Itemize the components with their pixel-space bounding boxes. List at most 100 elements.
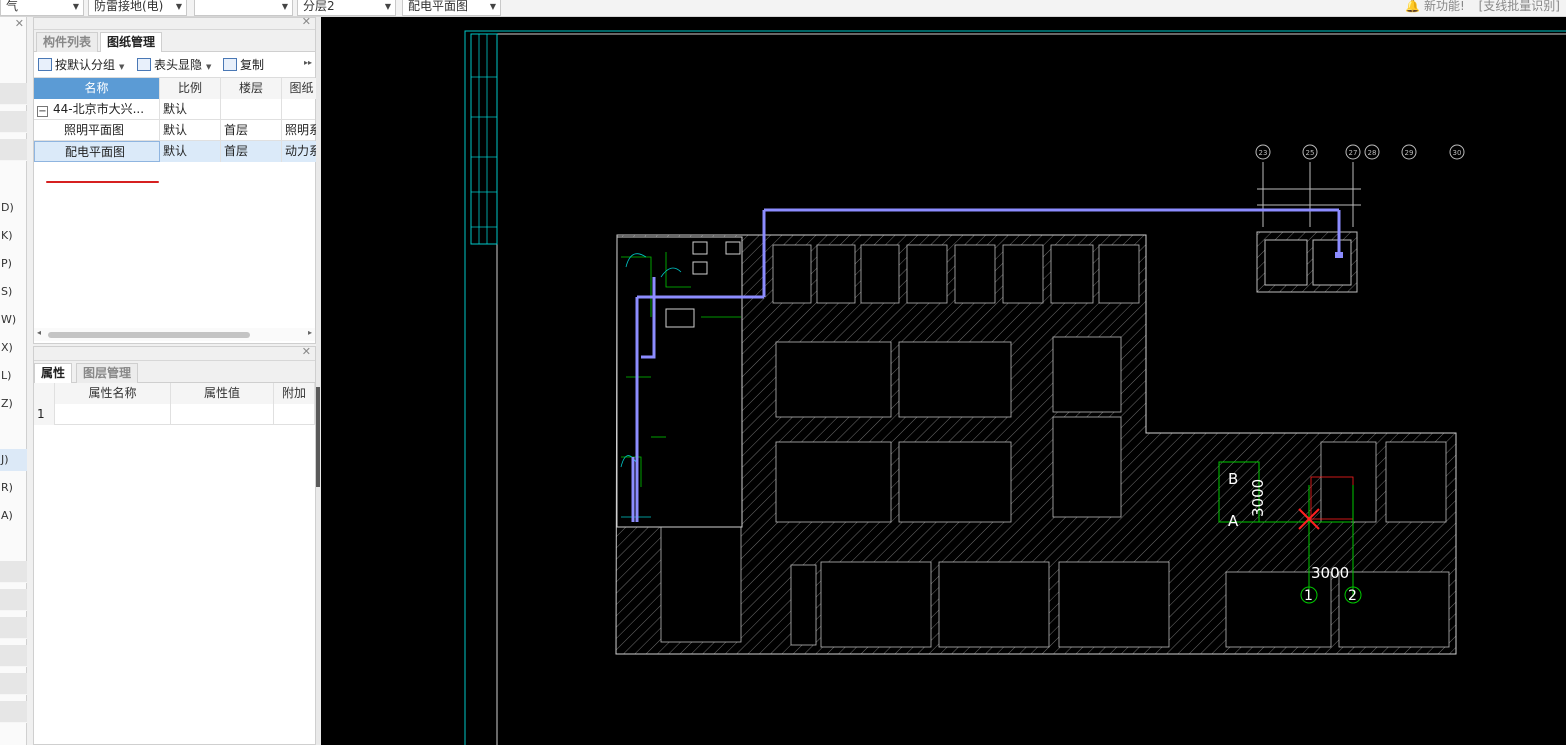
cad-canvas[interactable]: 23 25 27 28 29 30 B A 3000 3000 1 2 [321, 17, 1566, 745]
tab-drawing-management[interactable]: 图纸管理 [100, 32, 163, 53]
component-select[interactable]: ▼ [194, 0, 293, 16]
row-name: 配电平面图 [34, 141, 160, 162]
axis-bubbles [1255, 144, 1465, 160]
column-header-name[interactable]: 名称 [34, 78, 160, 99]
annotation-underline [46, 181, 159, 183]
strip-item[interactable]: R) [0, 477, 27, 499]
new-feature-notice[interactable]: 🔔 新功能! [支线批量识别] [1405, 0, 1560, 14]
header-toggle-label: 表头显隐 [154, 58, 203, 72]
row-scale: 默认 [160, 99, 221, 120]
chevron-down-icon: ▼ [72, 2, 79, 11]
arrow-right-icon[interactable]: ▸ [308, 328, 312, 337]
close-icon[interactable]: ✕ [302, 15, 311, 28]
row-scale: 默认 [160, 120, 221, 141]
group-button[interactable]: 按默认分组 ▼ [38, 56, 124, 74]
layer-select[interactable]: 分层2 ▼ [297, 0, 396, 16]
copy-button[interactable]: 复制 [223, 56, 264, 74]
column-header-floor[interactable]: 楼层 [221, 78, 282, 99]
drawing-management-panel: ✕ 构件列表 图纸管理 按默认分组 ▼ 表头显隐 ▼ 复制 ▸▸ 名称 比例 楼层 … [33, 15, 322, 344]
strip-item-selected[interactable]: J) [0, 449, 27, 471]
chevron-down-icon: ▼ [119, 63, 125, 71]
component-type-value: 防雷接地(电) [94, 0, 164, 13]
cad-drawing: 23 25 27 28 29 30 B A 3000 3000 1 2 [464, 30, 1566, 745]
strip-block [0, 589, 27, 611]
scrollbar-thumb[interactable] [48, 332, 250, 338]
horizontal-scrollbar[interactable]: ◂ ▸ [34, 328, 315, 341]
more-icon[interactable]: ▸▸ [304, 58, 312, 67]
column-header-prop-value[interactable]: 属性值 [171, 383, 274, 404]
axis-label: 27 [1349, 149, 1358, 157]
row-name: 44-北京市大兴... [53, 102, 145, 116]
table-header: 名称 比例 楼层 图纸 [34, 78, 322, 99]
drawing-table: 名称 比例 楼层 图纸 −44-北京市大兴... 默认 照明平面图 默认 首层 … [34, 78, 322, 162]
chevron-down-icon: ▼ [206, 63, 212, 71]
batch-recognize-link[interactable]: [支线批量识别] [1479, 0, 1560, 13]
table-row[interactable]: 1 [34, 404, 315, 425]
strip-block [0, 673, 27, 695]
dimension-horizontal: 3000 [1311, 564, 1349, 582]
strip-item[interactable]: S) [0, 281, 27, 303]
grid-number: 2 [1348, 588, 1357, 604]
close-icon[interactable]: ✕ [302, 345, 311, 358]
splitter-handle[interactable] [316, 387, 320, 487]
table-row-selected[interactable]: 配电平面图 默认 首层 动力系 [34, 141, 322, 162]
row-floor [221, 99, 282, 120]
arrow-left-icon[interactable]: ◂ [37, 328, 41, 337]
drawing-value: 配电平面图 [408, 0, 469, 13]
panel-header: ✕ [34, 15, 315, 30]
category-select[interactable]: 气 ▼ [0, 0, 84, 16]
header-toggle-button[interactable]: 表头显隐 ▼ [137, 56, 211, 74]
strip-block [0, 617, 27, 639]
strip-block [0, 701, 27, 723]
strip-block [0, 139, 27, 161]
strip-item[interactable]: A) [0, 505, 27, 527]
category-select-value: 气 [6, 0, 19, 13]
dimension-vertical: 3000 [1249, 479, 1267, 517]
group-label: 按默认分组 [55, 58, 116, 72]
row-name: 照明平面图 [34, 120, 160, 141]
strip-block [0, 111, 27, 133]
strip-item[interactable]: L) [0, 365, 27, 387]
axis-label: 25 [1306, 149, 1315, 157]
table-row[interactable]: −44-北京市大兴... 默认 [34, 99, 322, 120]
table-icon [137, 58, 151, 71]
row-prop-value[interactable] [171, 404, 274, 425]
drawing-select[interactable]: 配电平面图 ▼ [402, 0, 501, 16]
component-type-select[interactable]: 防雷接地(电) ▼ [88, 0, 187, 16]
table-row[interactable]: 照明平面图 默认 首层 照明系 [34, 120, 322, 141]
axis-label: 23 [1259, 149, 1268, 157]
tab-component-list[interactable]: 构件列表 [36, 32, 99, 52]
column-header-prop-name[interactable]: 属性名称 [55, 383, 171, 404]
tab-layer-management[interactable]: 图层管理 [76, 363, 139, 383]
remote-room [1256, 162, 1361, 293]
panel-tabs: 构件列表 图纸管理 [34, 30, 315, 53]
chevron-down-icon: ▼ [175, 2, 182, 11]
axis-label: 30 [1453, 149, 1462, 157]
row-scale: 默认 [160, 141, 221, 162]
strip-item[interactable]: Z) [0, 393, 27, 415]
axis-label: 29 [1405, 149, 1414, 157]
grid-number: 1 [1304, 588, 1313, 604]
tab-properties[interactable]: 属性 [34, 363, 73, 384]
table-header: 属性名称 属性值 附加 [34, 383, 315, 404]
close-icon[interactable]: ✕ [15, 17, 24, 30]
column-header-scale[interactable]: 比例 [160, 78, 221, 99]
strip-block [0, 83, 27, 105]
row-floor: 首层 [221, 141, 282, 162]
column-header-extra[interactable]: 附加 [274, 383, 315, 404]
row-floor: 首层 [221, 120, 282, 141]
collapse-icon[interactable]: − [37, 106, 48, 117]
strip-item[interactable]: P) [0, 253, 27, 275]
strip-item[interactable]: K) [0, 225, 27, 247]
group-icon [38, 58, 52, 71]
chevron-down-icon: ▼ [281, 2, 288, 11]
row-extra[interactable] [274, 404, 315, 425]
strip-item[interactable]: W) [0, 309, 27, 331]
strip-item[interactable]: D) [0, 197, 27, 219]
chevron-down-icon: ▼ [384, 2, 391, 11]
bell-icon: 🔔 [1405, 0, 1421, 13]
strip-item[interactable]: X) [0, 337, 27, 359]
layer-value: 分层2 [303, 0, 335, 13]
row-prop-name[interactable] [55, 404, 171, 425]
row-name-cell: −44-北京市大兴... [34, 99, 160, 120]
